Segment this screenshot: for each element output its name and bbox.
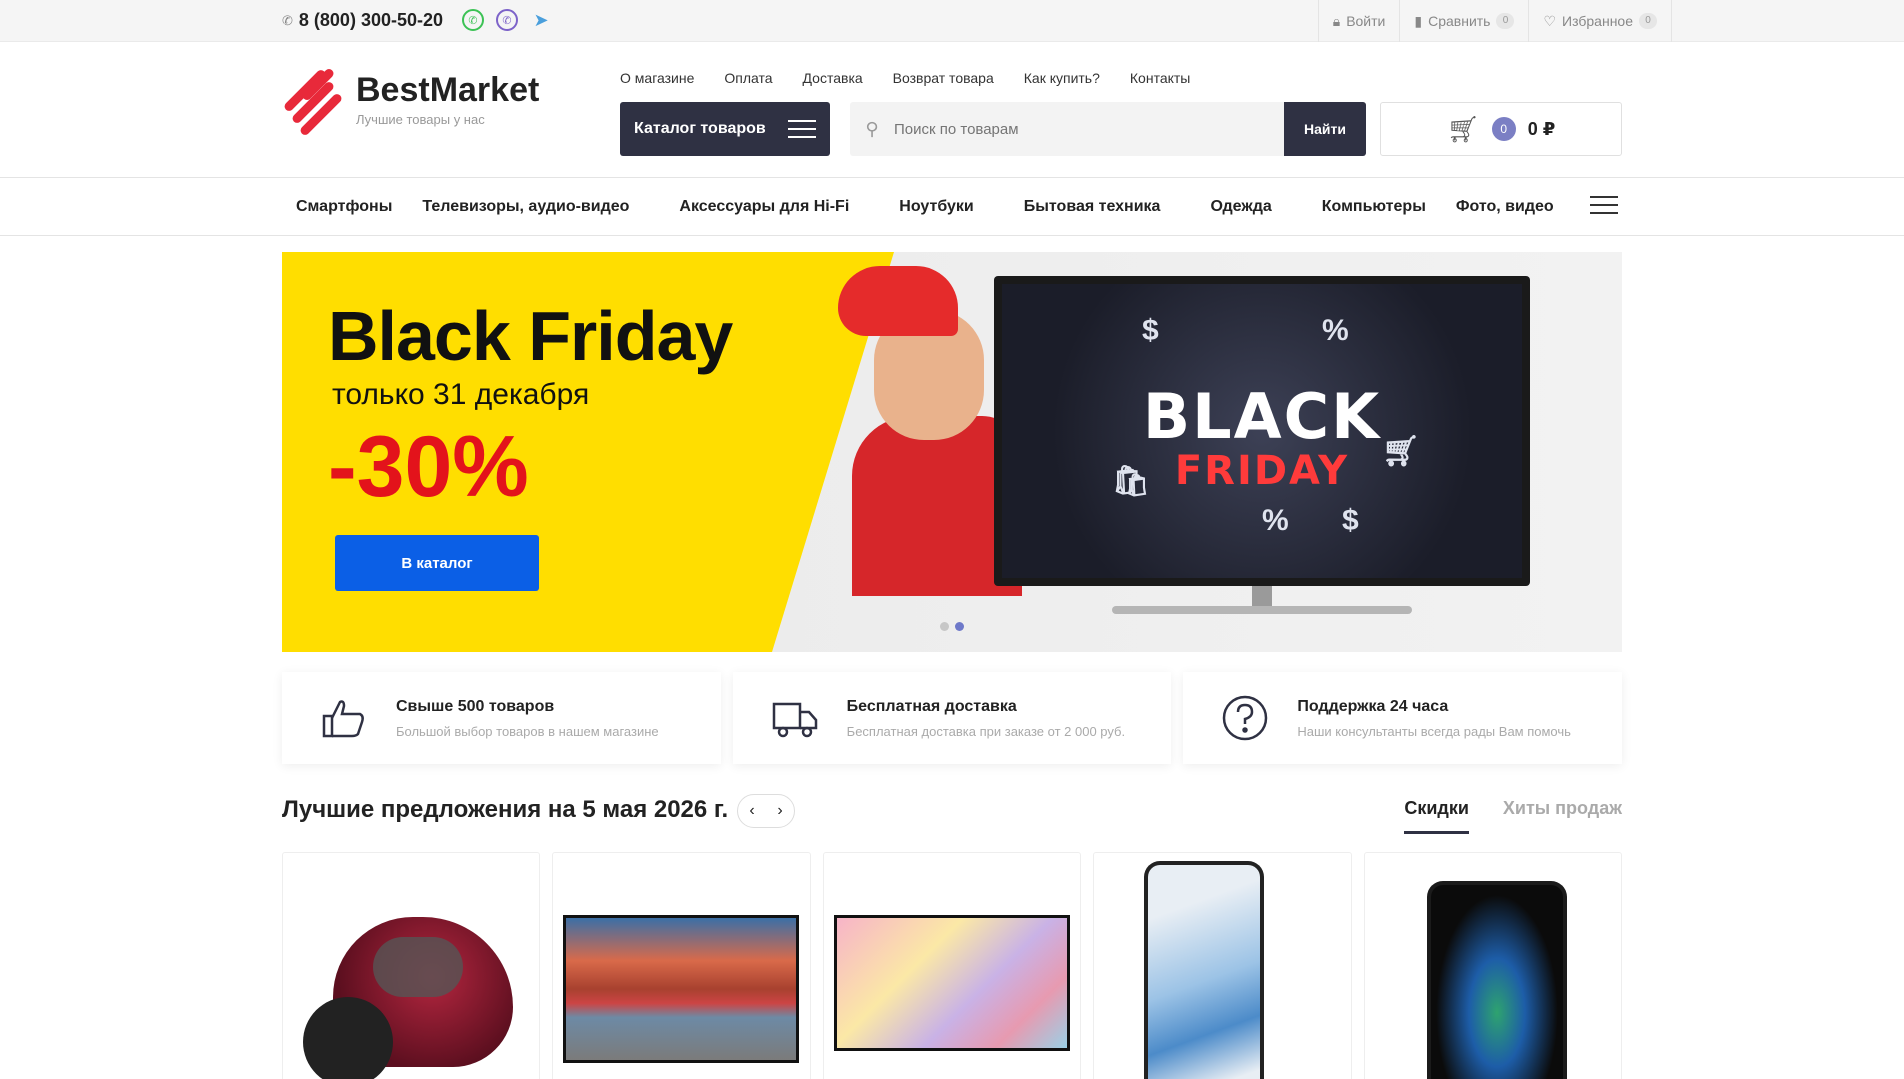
user-actions: 🔒︎ Войти ▮ Сравнить 0 ♡ Избранное 0 [1317,0,1672,42]
phone-icon: ✆ [282,12,293,28]
category-appliances[interactable]: Бытовая техника [1024,198,1211,216]
favorites-label: Избранное [1562,13,1633,29]
phone-number[interactable]: ✆ 8 (800) 300-50-20 [282,10,443,31]
category-clothing[interactable]: Одежда [1210,198,1321,216]
top-menu: О магазине Оплата Доставка Возврат товар… [620,70,1190,86]
brand-tagline: Лучшие товары у нас [356,112,485,127]
logo[interactable]: BestMarket Лучшие товары у нас [282,67,540,137]
tv-product-image [833,915,1070,1051]
login-link[interactable]: 🔒︎ Войти [1317,0,1400,42]
favorites-link[interactable]: ♡ Избранное 0 [1528,0,1672,42]
feature-delivery: Бесплатная доставка Бесплатная доставка … [732,672,1172,764]
chevron-left-icon[interactable]: ‹ [738,795,766,827]
lock-icon: 🔒︎ [1332,12,1341,29]
feature-desc: Большой выбор товаров в нашем магазине [396,723,659,739]
phone-text[interactable]: 8 (800) 300-50-20 [299,10,443,31]
smartphone-product-image [1144,861,1265,1079]
feature-support: Поддержка 24 часа Наши консультанты всег… [1183,672,1623,764]
cart-icon: 🛒︎ [1446,113,1480,144]
banner-catalog-button[interactable]: В каталог [335,535,539,591]
top-bar: ✆ 8 (800) 300-50-20 ✆ ✆ ➤ 🔒︎ Войти ▮ Сра… [0,0,1904,42]
tv-text-friday: FRIDAY [1174,448,1350,494]
catalog-button-label: Каталог товаров [634,120,766,137]
feature-assortment: Свыше 500 товаров Большой выбор товаров … [282,672,721,764]
banner-tv-image: $ % 🛍︎ 🛒︎ % $ BLACK FRIDAY [994,276,1530,586]
search-icon: ⚲ [865,118,879,139]
category-hifi-accessories[interactable]: Аксессуары для Hi-Fi [679,198,899,216]
login-label: Войти [1346,13,1386,29]
offers-tabs: Скидки Хиты продаж [1404,798,1622,834]
feature-title: Бесплатная доставка [846,697,1017,715]
offers-header: Лучшие предложения на 5 мая 2026 г. ‹ › … [282,792,1622,836]
product-card[interactable] [552,852,811,1079]
menu-how-to-buy[interactable]: Как купить? [1024,70,1100,86]
compare-icon: ▮ [1414,12,1423,29]
product-card[interactable] [1093,852,1352,1079]
menu-payment[interactable]: Оплата [724,70,772,86]
product-card[interactable] [282,852,541,1079]
compare-link[interactable]: ▮ Сравнить 0 [1399,0,1528,42]
truck-icon [769,692,821,744]
menu-contacts[interactable]: Контакты [1130,70,1190,86]
vacuum-cleaner-image [303,897,523,1079]
category-computers[interactable]: Компьютеры [1322,198,1456,216]
product-list [282,852,1623,1079]
banner-discount: -30% [328,419,529,515]
viber-icon[interactable]: ✆ [496,9,518,31]
whatsapp-icon[interactable]: ✆ [462,9,484,31]
menu-icon [788,120,816,138]
telegram-icon[interactable]: ➤ [530,9,552,31]
chevron-right-icon[interactable]: › [766,795,794,827]
offers-title: Лучшие предложения на 5 мая 2026 г. [282,796,729,823]
brand-name: BestMarket [356,71,540,109]
tab-bestsellers[interactable]: Хиты продаж [1503,798,1622,834]
logo-mark-icon [282,67,344,137]
menu-returns[interactable]: Возврат товара [893,70,994,86]
cart-sum: 0 ₽ [1527,118,1556,139]
promo-banner[interactable]: Black Friday только 31 декабря -30% В ка… [282,252,1622,652]
category-nav: Смартфоны Телевизоры, аудио-видео Аксесс… [0,178,1904,236]
tab-discounts[interactable]: Скидки [1404,798,1469,834]
tv-text-black: BLACK [1142,380,1382,453]
category-laptops[interactable]: Ноутбуки [899,198,1023,216]
messengers: ✆ ✆ ➤ [462,9,552,31]
category-smartphones[interactable]: Смартфоны [282,198,422,216]
cart-count: 0 [1491,117,1516,141]
slider-dots [940,622,964,631]
offers-arrows: ‹ › [737,794,795,828]
thumbs-up-icon [318,692,370,744]
feature-title: Свыше 500 товаров [396,697,555,715]
slider-dot-2[interactable] [955,622,964,631]
slider-dot-1[interactable] [940,622,949,631]
site-header: BestMarket Лучшие товары у нас О магазин… [0,42,1904,178]
cart-button[interactable]: 🛒︎ 0 0 ₽ [1380,102,1622,156]
compare-count: 0 [1496,13,1515,29]
compare-label: Сравнить [1428,13,1491,29]
banner-title: Black Friday [328,297,733,375]
menu-about[interactable]: О магазине [620,70,694,86]
category-photo-video[interactable]: Фото, видео [1456,198,1569,216]
banner-subtitle: только 31 декабря [332,378,590,411]
more-categories-icon[interactable] [1590,196,1618,214]
question-icon [1219,692,1271,744]
product-card[interactable] [822,852,1082,1079]
foldable-phone-product-image [1426,881,1567,1079]
feature-desc: Наши консультанты всегда рады Вам помочь [1297,723,1571,739]
heart-icon: ♡ [1543,12,1557,29]
catalog-button[interactable]: Каталог товаров [620,102,830,156]
tv-product-image [563,915,800,1063]
feature-title: Поддержка 24 часа [1297,697,1449,715]
product-card[interactable] [1363,852,1623,1079]
features-row: Свыше 500 товаров Большой выбор товаров … [282,672,1623,764]
search-button[interactable]: Найти [1284,102,1366,156]
favorites-count: 0 [1639,13,1657,29]
menu-delivery[interactable]: Доставка [803,70,863,86]
category-tv-audio[interactable]: Телевизоры, аудио-видео [422,198,679,216]
feature-desc: Бесплатная доставка при заказе от 2 000 … [846,723,1126,739]
